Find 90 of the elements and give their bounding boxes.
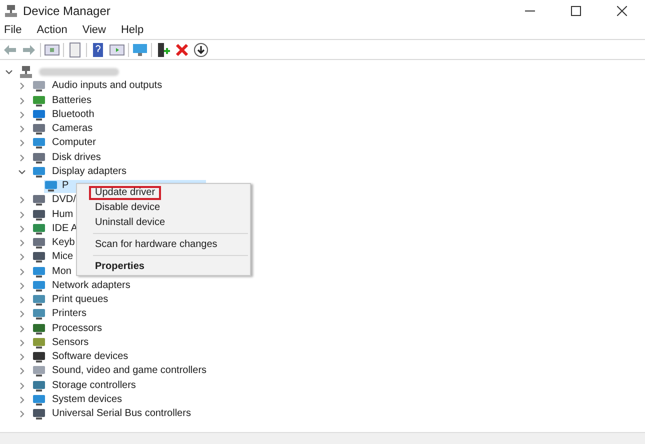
device-icon	[32, 408, 46, 420]
context-menu-item[interactable]: Disable device	[89, 200, 166, 214]
expand-chevron-icon[interactable]	[18, 239, 26, 248]
device-icon	[32, 365, 46, 378]
device-icon	[32, 266, 46, 278]
document-icon[interactable]	[67, 42, 83, 58]
computer-icon	[19, 65, 33, 80]
tree-item[interactable]: Keyb	[52, 238, 75, 248]
expand-chevron-icon[interactable]	[18, 282, 26, 290]
expand-chevron-icon[interactable]	[18, 310, 26, 318]
expand-chevron-icon[interactable]	[18, 268, 26, 276]
menu-item[interactable]: Action	[36, 22, 68, 39]
expand-chevron-icon[interactable]	[18, 96, 26, 105]
expand-chevron-icon[interactable]	[18, 382, 26, 390]
expand-chevron-icon[interactable]	[18, 224, 26, 233]
expand-chevron-icon[interactable]	[18, 139, 26, 148]
tree-item[interactable]: Bluetooth	[52, 110, 94, 120]
menu-item[interactable]: File	[4, 22, 22, 39]
device-icon	[32, 237, 46, 250]
tree-item[interactable]: Computer	[52, 138, 96, 148]
close-icon	[617, 6, 627, 16]
tree-item[interactable]: Network adapters	[52, 280, 130, 291]
device-icon	[32, 123, 46, 136]
expand-chevron-icon[interactable]	[18, 338, 26, 347]
expand-chevron-icon[interactable]	[18, 410, 26, 418]
context-menu-item[interactable]: Update driver	[89, 186, 162, 200]
help-icon[interactable]	[90, 42, 106, 58]
menu-item[interactable]: View	[82, 22, 106, 39]
tree-item[interactable]: Printers	[52, 309, 86, 320]
expand-chevron-icon[interactable]	[18, 296, 26, 304]
tree-item[interactable]: Sound, video and game controllers	[52, 366, 207, 376]
tree-item[interactable]: Display adapters	[52, 166, 126, 177]
tree-item[interactable]: Sensors	[52, 338, 89, 348]
tree-item[interactable]: Software devices	[52, 352, 128, 362]
device-icon	[32, 137, 46, 150]
tree-item[interactable]: Cameras	[52, 124, 93, 134]
device-icon	[32, 380, 46, 392]
context-menu-item[interactable]: Properties	[89, 260, 150, 274]
tree-item[interactable]: Disk drives	[52, 152, 101, 163]
device-icon	[32, 394, 46, 406]
device-icon	[32, 294, 46, 306]
device-icon	[32, 336, 46, 349]
window-title: Device Manager	[23, 3, 110, 20]
tree-item[interactable]: Batteries	[52, 96, 92, 106]
collapse-chevron-icon[interactable]	[5, 68, 13, 76]
tree-item[interactable]: Audio inputs and outputs	[52, 81, 162, 92]
device-icon	[32, 166, 46, 178]
download-icon[interactable]	[193, 42, 209, 58]
expand-chevron-icon[interactable]	[18, 196, 26, 204]
tree-item-label: P	[62, 181, 69, 192]
expand-chevron-icon[interactable]	[18, 353, 26, 362]
tree-item[interactable]: Processors	[52, 324, 102, 334]
expand-chevron-icon[interactable]	[18, 154, 26, 162]
expand-chevron-icon[interactable]	[18, 110, 26, 119]
maximize-icon	[571, 6, 581, 16]
device-icon	[32, 108, 46, 121]
device-icon	[32, 251, 46, 264]
device-icon	[32, 280, 46, 292]
monitor-icon[interactable]	[132, 42, 148, 58]
menu-item[interactable]: Help	[120, 22, 144, 39]
expand-chevron-icon[interactable]	[18, 253, 26, 262]
expand-chevron-icon[interactable]	[18, 324, 26, 333]
expand-chevron-icon[interactable]	[18, 125, 26, 134]
expand-chevron-icon[interactable]	[18, 396, 26, 404]
device-icon	[32, 80, 46, 92]
device-icon	[32, 322, 46, 335]
tree-item[interactable]: Mon	[52, 266, 72, 277]
tree-item[interactable]: Print queues	[52, 295, 108, 306]
context-menu-item[interactable]: Uninstall device	[89, 216, 172, 230]
delete-icon[interactable]	[174, 42, 190, 58]
tree-item[interactable]: Universal Serial Bus controllers	[52, 409, 191, 420]
context-menu-item[interactable]: Scan for hardware changes	[89, 238, 224, 252]
expand-chevron-icon[interactable]	[18, 210, 26, 219]
tree-item[interactable]: Storage controllers	[52, 380, 136, 391]
tree-item[interactable]: Hum	[52, 210, 74, 220]
tree-item[interactable]: DVD/	[52, 195, 76, 206]
device-icon	[44, 180, 58, 192]
expand-chevron-icon[interactable]	[18, 82, 26, 90]
device-icon	[32, 208, 46, 221]
device-icon	[32, 308, 46, 320]
tree-item[interactable]: Mice	[52, 252, 74, 262]
device-icon	[32, 222, 46, 235]
device-icon	[32, 94, 46, 107]
device-icon	[32, 194, 46, 206]
device-icon	[32, 152, 46, 164]
app-icon	[4, 4, 18, 18]
tree-item[interactable]: System devices	[52, 394, 122, 405]
device-icon	[32, 351, 46, 364]
collapse-chevron-icon[interactable]	[18, 168, 26, 176]
expand-chevron-icon[interactable]	[18, 367, 26, 376]
